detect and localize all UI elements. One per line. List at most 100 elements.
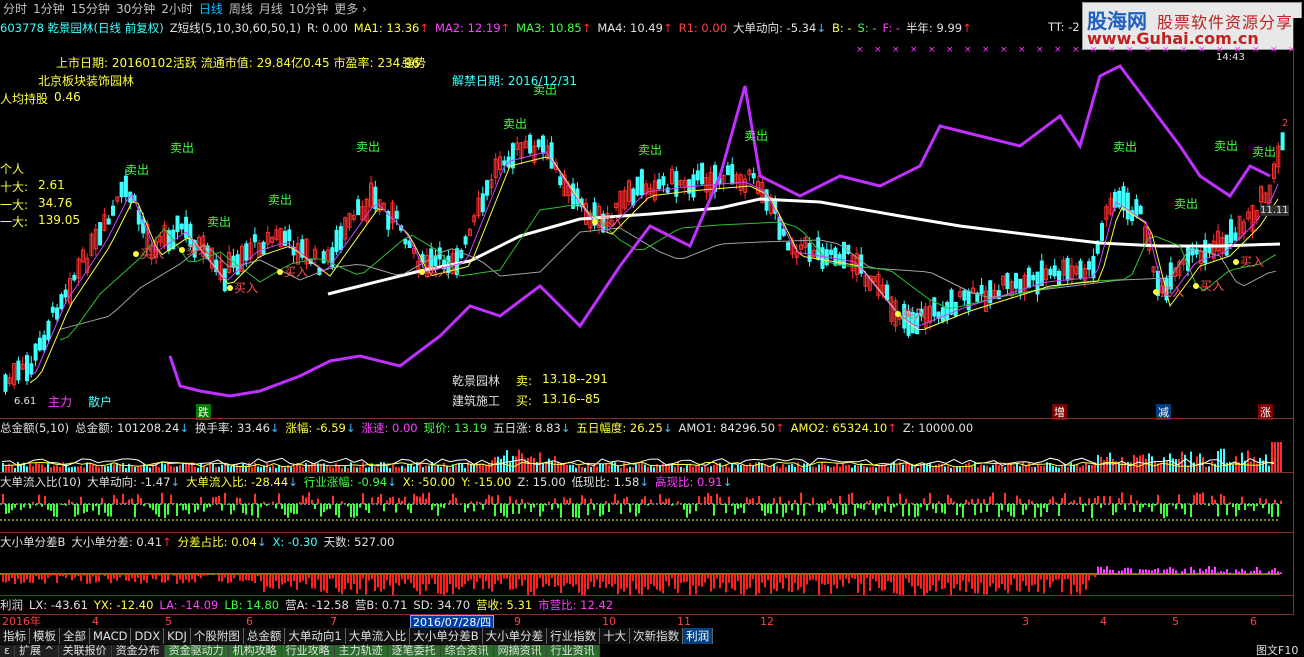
info-tab[interactable]: ε (0, 645, 15, 657)
flow-indicator-name[interactable]: 大单流入比(10) (0, 474, 81, 490)
flow-bar (533, 504, 535, 508)
info-tab[interactable]: 网摘资讯 (493, 645, 547, 657)
volume-bar (1145, 458, 1147, 472)
profit-indicator-name[interactable]: 利润 (0, 597, 23, 613)
diff-indicator-name[interactable]: 大小单分差B (0, 534, 65, 550)
flow-bar (1103, 495, 1105, 504)
indicator-tab[interactable]: 全部 (60, 628, 90, 644)
diff-bar (350, 574, 352, 590)
period-tab[interactable]: 月线 (256, 0, 286, 18)
info-tab[interactable]: 行业攻略 (281, 645, 335, 657)
indicator-tab[interactable]: KDJ (164, 628, 191, 644)
flow-bar (170, 494, 172, 504)
candle-body (106, 218, 111, 225)
volume-bar (224, 464, 226, 472)
flow-bar (413, 493, 415, 504)
flow-bar (773, 498, 775, 504)
diff-bar (296, 574, 298, 590)
period-tab[interactable]: 周线 (226, 0, 256, 18)
flow-bar (440, 504, 442, 508)
formula-name[interactable]: Z短线(5,10,30,60,50,1) (170, 20, 301, 36)
indicator-tab[interactable]: 大单流入比 (345, 628, 411, 644)
diff-bar (1193, 569, 1195, 574)
period-tab[interactable]: 日线 (196, 0, 226, 18)
retail-label: 散户 (88, 395, 113, 409)
diff-bar (956, 574, 958, 585)
flow-bar (377, 496, 379, 504)
diff-bar (305, 574, 307, 585)
flow-bar (869, 500, 871, 504)
flow-bar (332, 495, 334, 504)
diff-bar (1031, 574, 1033, 586)
diff-bar (617, 574, 619, 595)
indicator-tab[interactable]: 大单动向1 (285, 628, 346, 644)
indicator-tab[interactable]: 个股附图 (190, 628, 244, 644)
flow-bar (776, 504, 778, 514)
diff-bar (857, 574, 859, 593)
diff-bar (557, 574, 559, 586)
period-tab[interactable]: 30分钟 (113, 0, 158, 18)
info-tab[interactable]: 资金分布 (111, 645, 165, 657)
diff-bar (410, 574, 412, 584)
profit-pb: 市营比: 12.42 (538, 598, 614, 612)
period-tab[interactable]: 1分钟 (30, 0, 68, 18)
volume-bar (335, 463, 337, 472)
candle-body (123, 175, 128, 198)
flow-bar (71, 501, 73, 504)
diff-bar (239, 574, 241, 581)
f10-link[interactable]: 图文F10 (1256, 645, 1298, 657)
volume-bar (842, 463, 844, 472)
info-tab[interactable]: 综合资讯 (440, 645, 494, 657)
indicator-tab[interactable]: DDX (131, 628, 165, 644)
info-tab[interactable]: 主力轨迹 (334, 645, 388, 657)
volume-bar (782, 464, 784, 472)
flow-bar (80, 496, 82, 504)
indicator-tab[interactable]: 十大 (600, 628, 631, 644)
indicator-tab[interactable]: 大小单分差 (482, 628, 548, 644)
flow-bar (1046, 504, 1048, 513)
candle-body (42, 334, 47, 351)
diff-bar (995, 574, 997, 592)
indicator-tab[interactable]: MACD (90, 628, 132, 644)
period-tab[interactable]: 15分钟 (68, 0, 113, 18)
indicator-tab[interactable]: 大小单分差B (410, 628, 483, 644)
diff-bar (1253, 570, 1255, 574)
volume-bar (1163, 457, 1165, 472)
diff-bar (1280, 572, 1282, 574)
flow-bar (227, 504, 229, 505)
candle-body (730, 164, 735, 185)
kline-chart[interactable]: 卖出卖出卖出卖出卖出卖出卖出卖出卖出卖出卖出卖出 卖出买入 买入买入买入 买入买入买入… (0, 36, 1294, 418)
info-tab[interactable]: 扩展 ^ (14, 645, 59, 657)
diff-bar (278, 574, 280, 589)
info-tab[interactable]: 关联报价 (58, 645, 112, 657)
period-tab[interactable]: 分时 (0, 0, 30, 18)
diff-bar (581, 574, 583, 596)
info-tab[interactable]: 行业资讯 (546, 645, 600, 657)
indicator-tab[interactable]: 利润 (683, 628, 714, 644)
indicator-tab[interactable]: 行业指数 (547, 628, 601, 644)
tt-value: TT: -2 (1048, 20, 1080, 34)
volume-bar (1178, 458, 1180, 472)
volume-chart[interactable] (0, 436, 1294, 474)
indicator-tab[interactable]: 次新指数 (630, 628, 684, 644)
period-tab[interactable]: 2小时 (158, 0, 196, 18)
info-tab[interactable]: 资金驱动力 (164, 645, 229, 657)
info-tab[interactable]: 逐笔委托 (387, 645, 441, 657)
info-tab[interactable]: 机构攻略 (228, 645, 282, 657)
diff-bar (524, 574, 526, 581)
volume-bar (980, 464, 982, 472)
period-tab[interactable]: 10分钟 (286, 0, 331, 18)
flow-bar (437, 504, 439, 516)
flow-bar (1130, 495, 1132, 504)
flow-chart[interactable] (0, 490, 1294, 530)
period-tab[interactable]: 更多 › (331, 0, 370, 18)
vol-indicator-name[interactable]: 总金额(5,10) (0, 420, 69, 436)
stock-code-name[interactable]: 603778 乾景园林(日线 前复权) (0, 20, 164, 36)
indicator-tab[interactable]: 模板 (30, 628, 60, 644)
indicator-tab[interactable]: 总金额 (243, 628, 286, 644)
volume-title-row: 总金额(5,10) 总金额: 101208.24 ↓ 换手率: 33.46 ↓ 涨幅… (0, 420, 979, 436)
diff-bar (434, 574, 436, 585)
s-value: S: - (857, 21, 877, 35)
diff-chart[interactable] (0, 550, 1294, 596)
indicator-tab[interactable]: 指标 (0, 628, 30, 644)
